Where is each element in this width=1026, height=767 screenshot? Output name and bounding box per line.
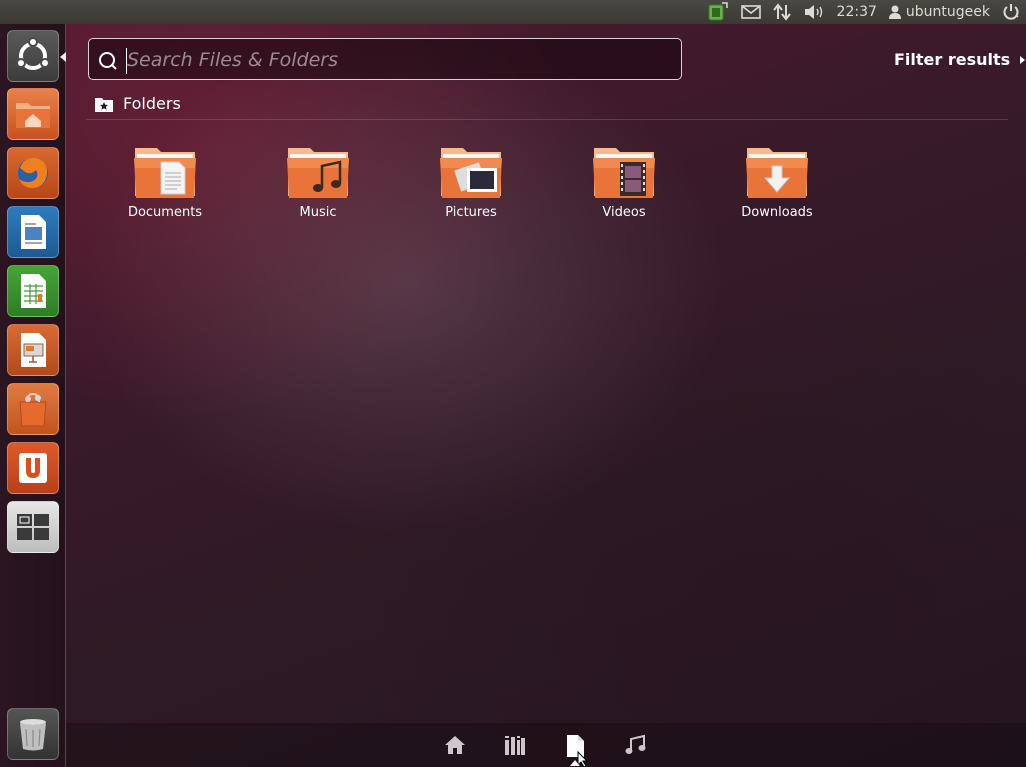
folder-item-pictures[interactable]: Pictures <box>416 142 526 220</box>
ubuntu-logo-icon <box>16 37 50 70</box>
music-lens-icon <box>625 734 646 754</box>
search-icon <box>99 52 117 70</box>
launcher-writer[interactable] <box>7 206 59 258</box>
applications-lens-icon <box>505 736 525 755</box>
folder-item-documents[interactable]: Documents <box>110 142 220 220</box>
power-icon <box>1003 4 1019 20</box>
launcher-calc[interactable] <box>7 265 59 317</box>
clock[interactable]: 22:37 <box>831 0 883 24</box>
lens-bar <box>66 723 1026 767</box>
user-icon <box>888 5 901 19</box>
network-manager-indicator[interactable] <box>701 0 735 24</box>
disclosure-arrow-icon <box>1020 55 1026 64</box>
lens-music[interactable] <box>624 734 646 756</box>
home-folder-icon <box>16 103 50 128</box>
envelope-icon <box>740 5 761 19</box>
calc-spreadsheet-icon <box>21 274 46 308</box>
sound-indicator[interactable] <box>797 0 831 24</box>
launcher-home-folder[interactable] <box>7 88 59 140</box>
launcher-impress[interactable] <box>7 324 59 376</box>
clock-text: 22:37 <box>836 4 877 20</box>
search-box[interactable] <box>88 38 682 80</box>
home-lens-icon <box>445 736 465 754</box>
folders-section-header: Folders <box>95 94 181 113</box>
writer-document-icon <box>21 215 46 249</box>
folder-label: Videos <box>602 205 646 220</box>
filter-results-button[interactable]: Filter results <box>894 50 1026 69</box>
firefox-icon <box>18 157 48 188</box>
launcher-ubuntu-one[interactable] <box>7 442 59 494</box>
dash-overlay: Filter results Folders Documents <box>66 24 1026 767</box>
impress-presentation-icon <box>21 333 46 367</box>
downloads-folder-icon <box>746 148 808 198</box>
user-name: ubuntugeek <box>905 4 990 20</box>
videos-folder-icon <box>593 148 655 198</box>
dash-home-button[interactable] <box>7 30 59 82</box>
folder-label: Music <box>299 205 337 220</box>
launcher-software-center[interactable] <box>7 383 59 435</box>
network-indicator[interactable] <box>767 0 797 24</box>
lens-applications[interactable] <box>504 734 526 756</box>
folder-item-downloads[interactable]: Downloads <box>722 142 832 220</box>
shopping-bag-icon <box>19 392 47 427</box>
messaging-indicator[interactable] <box>735 0 767 24</box>
pictures-folder-icon <box>440 148 502 198</box>
lens-home[interactable] <box>444 734 466 756</box>
folder-item-videos[interactable]: Videos <box>569 142 679 220</box>
trash-icon <box>20 719 46 751</box>
launcher-trash[interactable] <box>7 708 59 760</box>
volume-icon <box>804 5 822 19</box>
active-lens-indicator <box>570 760 580 766</box>
folder-label: Downloads <box>741 205 813 220</box>
battery-network-icon <box>708 2 728 21</box>
launcher-workspace-switcher[interactable] <box>7 501 59 553</box>
launcher <box>0 24 66 767</box>
documents-folder-icon <box>134 148 196 198</box>
top-panel: 22:37 ubuntugeek <box>0 0 1026 24</box>
launcher-firefox[interactable] <box>7 147 59 199</box>
filter-results-label: Filter results <box>894 50 1011 69</box>
folder-item-music[interactable]: Music <box>263 142 373 220</box>
workspaces-icon <box>17 514 49 540</box>
folder-label: Documents <box>127 205 203 220</box>
search-input[interactable] <box>125 45 669 75</box>
folder-label: Pictures <box>445 205 497 220</box>
starred-folder-icon <box>95 97 113 112</box>
user-menu[interactable]: ubuntugeek <box>883 0 996 24</box>
section-divider <box>86 119 1008 120</box>
session-indicator[interactable] <box>996 0 1026 24</box>
transfer-arrows-icon <box>772 3 791 21</box>
section-title: Folders <box>123 94 181 113</box>
ubuntu-one-icon <box>19 453 47 483</box>
music-folder-icon <box>287 148 349 198</box>
